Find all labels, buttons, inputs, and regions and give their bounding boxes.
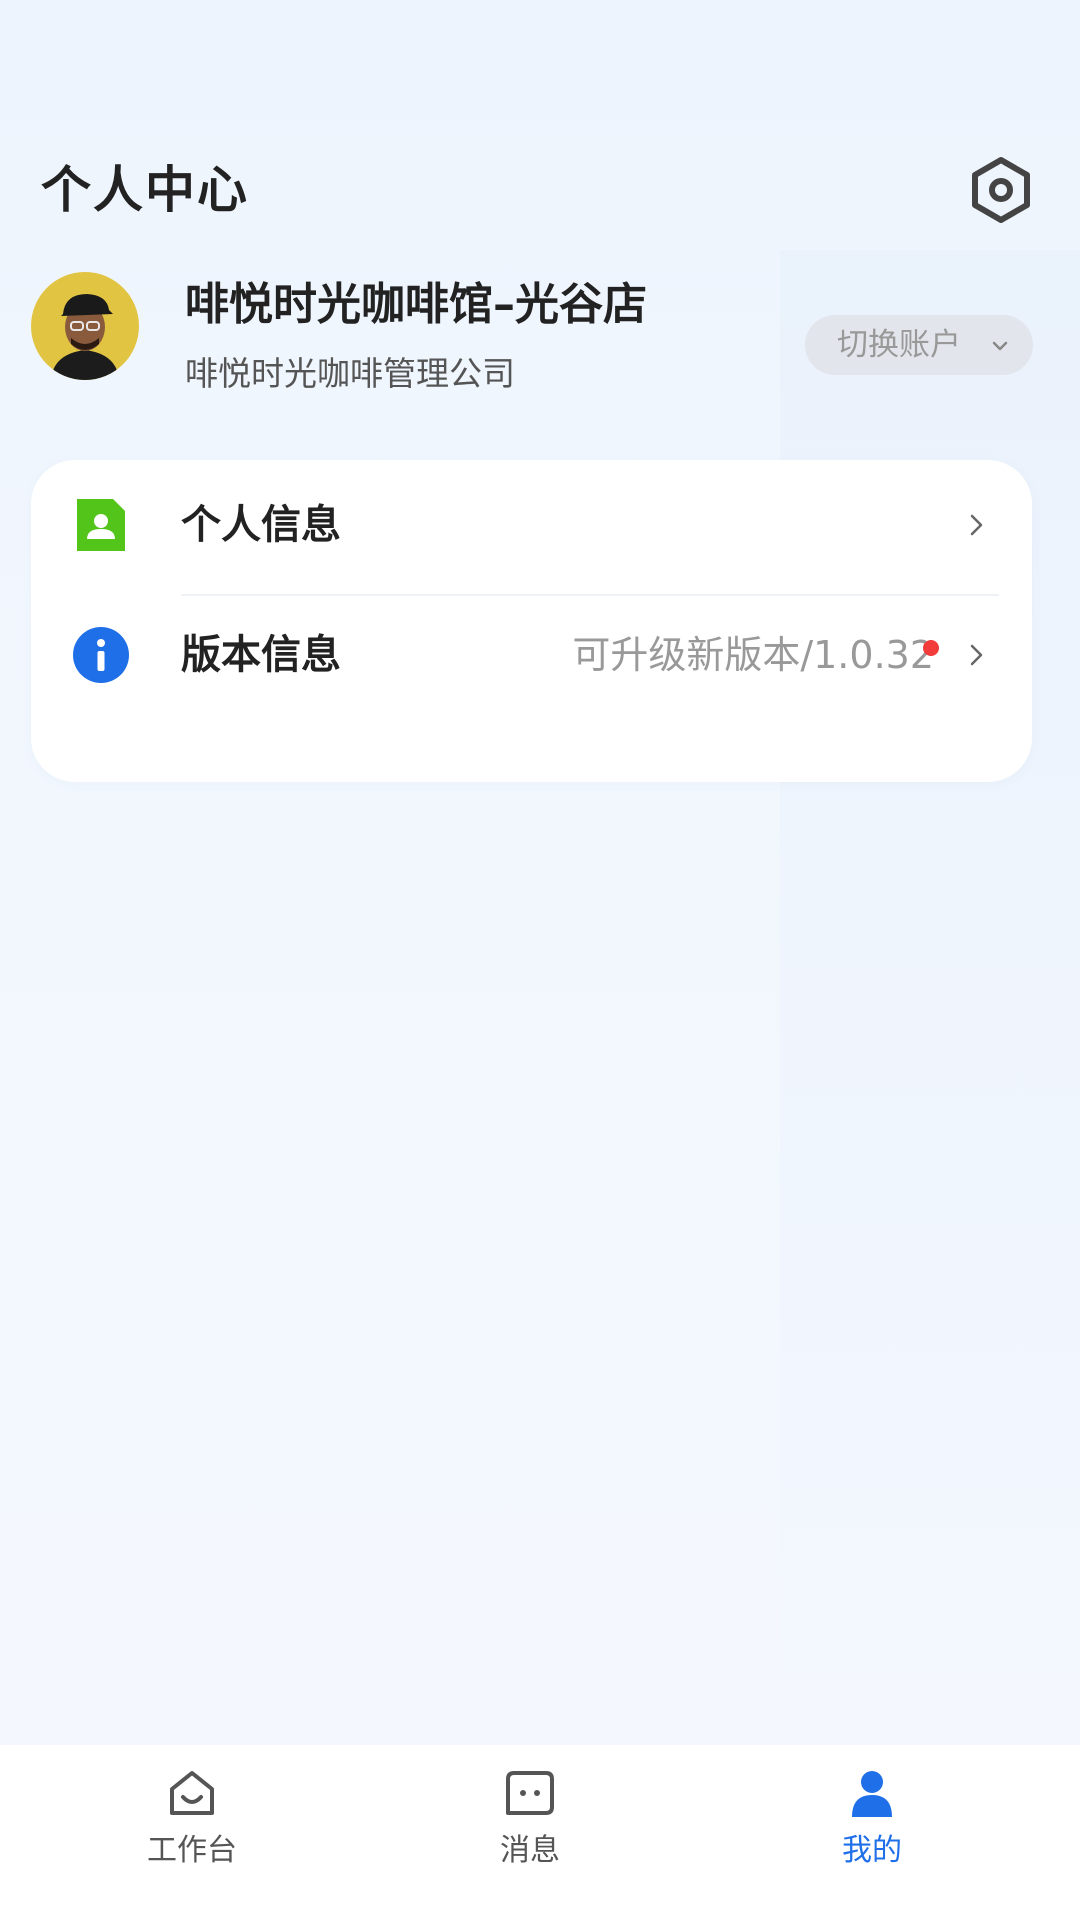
- page-title: 个人中心: [41, 161, 249, 219]
- menu-card: 个人信息 版本信息 可升级新版本/1.0.32: [31, 460, 1032, 782]
- menu-item-version-info[interactable]: 版本信息 可升级新版本/1.0.32: [31, 590, 1032, 720]
- id-card-icon: [77, 499, 125, 551]
- profile-section: 啡悦时光咖啡馆–光谷店 啡悦时光咖啡管理公司 切换账户: [31, 272, 1041, 412]
- update-badge: [923, 640, 939, 656]
- chevron-right-icon: [970, 644, 983, 666]
- switch-account-button[interactable]: 切换账户: [805, 315, 1033, 375]
- version-value: 可升级新版本/1.0.32: [572, 633, 934, 677]
- bottom-tab-bar: 工作台 消息 我的: [0, 1745, 1080, 1920]
- user-avatar-icon: [31, 272, 139, 380]
- gear-icon: [972, 157, 1030, 223]
- org-name: 啡悦时光咖啡馆–光谷店: [185, 279, 647, 330]
- chevron-down-icon: [992, 341, 1008, 351]
- chevron-right-icon: [970, 514, 983, 536]
- message-icon: [506, 1771, 554, 1815]
- company-name: 啡悦时光咖啡管理公司: [185, 354, 515, 393]
- avatar[interactable]: [31, 272, 139, 380]
- info-icon: [73, 627, 129, 683]
- person-icon: [852, 1771, 892, 1817]
- tab-mine[interactable]: 我的: [772, 1745, 972, 1920]
- tab-messages[interactable]: 消息: [430, 1745, 630, 1920]
- home-icon: [170, 1771, 214, 1815]
- tab-label: 工作台: [147, 1833, 237, 1868]
- switch-account-label: 切换账户: [837, 327, 961, 363]
- page-header: 个人中心: [41, 155, 1041, 225]
- menu-item-label: 版本信息: [181, 632, 341, 678]
- tab-label: 消息: [500, 1833, 560, 1868]
- tab-workbench[interactable]: 工作台: [92, 1745, 292, 1920]
- settings-button[interactable]: [966, 155, 1036, 225]
- tab-label: 我的: [842, 1833, 902, 1868]
- menu-item-personal-info[interactable]: 个人信息: [31, 460, 1032, 596]
